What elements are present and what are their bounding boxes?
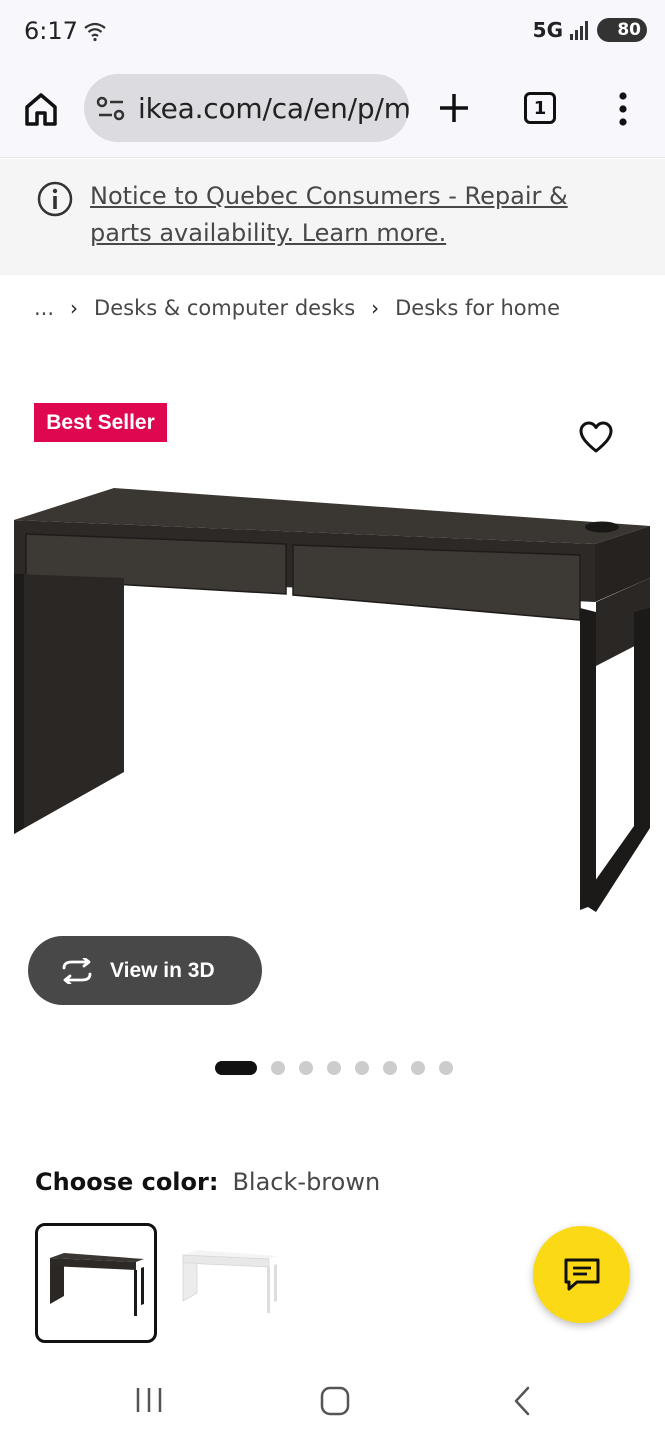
nav-home-icon[interactable] (320, 1386, 350, 1416)
more-vert-icon[interactable] (612, 90, 634, 128)
breadcrumb-ellipsis[interactable]: ... (34, 296, 54, 320)
carousel-dot[interactable] (383, 1061, 397, 1075)
carousel-dot[interactable] (215, 1061, 257, 1075)
info-icon (37, 181, 73, 217)
view-in-3d-label: View in 3D (110, 958, 215, 982)
carousel-dot[interactable] (299, 1061, 313, 1075)
swatch-black-brown-image (50, 1253, 144, 1316)
product-image[interactable] (10, 482, 655, 922)
best-seller-badge: Best Seller (34, 403, 167, 442)
plus-icon[interactable] (436, 90, 472, 126)
url-bar[interactable]: ikea.com/ca/en/p/mic (84, 74, 409, 142)
heart-icon[interactable] (578, 420, 614, 454)
chat-button[interactable] (533, 1226, 630, 1323)
rotate-3d-icon (62, 957, 92, 984)
tabs-icon[interactable]: 1 (524, 92, 556, 124)
view-in-3d-button[interactable]: View in 3D (28, 936, 262, 1005)
badge-label: Best Seller (46, 410, 155, 434)
browser-toolbar: ikea.com/ca/en/p/mic 1 (0, 64, 665, 158)
url-text[interactable]: ikea.com/ca/en/p/mic (138, 92, 409, 125)
notice-link[interactable]: Notice to Quebec Consumers - Repair & pa… (90, 178, 630, 252)
carousel-dot[interactable] (355, 1061, 369, 1075)
carousel-dot[interactable] (271, 1061, 285, 1075)
carousel-dot[interactable] (439, 1061, 453, 1075)
carousel-indicator (215, 1061, 453, 1075)
swatch-white-image (182, 1250, 277, 1313)
status-time: 6:17 (24, 17, 78, 45)
breadcrumb-item-desks-for-home[interactable]: Desks for home (395, 296, 560, 320)
back-icon[interactable] (510, 1386, 534, 1416)
color-chooser: Choose color: Black-brown (35, 1168, 380, 1196)
carousel-dot[interactable] (327, 1061, 341, 1075)
site-settings-icon[interactable] (96, 96, 126, 122)
chevron-right-icon: › (371, 296, 380, 320)
chevron-right-icon: › (70, 296, 79, 320)
breadcrumb-item-desks[interactable]: Desks & computer desks (94, 296, 355, 320)
status-bar: 6:17 5G 80 (0, 0, 665, 64)
battery-indicator: 80 (597, 18, 647, 42)
recents-icon[interactable] (134, 1386, 164, 1414)
network-type: 5G (532, 18, 563, 42)
tab-count: 1 (533, 97, 547, 119)
choose-color-label: Choose color: (35, 1168, 219, 1196)
swatch-black-brown[interactable] (35, 1223, 157, 1343)
signal-icon (570, 21, 588, 40)
wifi-icon (84, 22, 106, 42)
swatch-white[interactable] (171, 1223, 293, 1343)
breadcrumb: ... › Desks & computer desks › Desks for… (34, 296, 560, 320)
carousel-dot[interactable] (411, 1061, 425, 1075)
home-icon[interactable] (22, 90, 60, 128)
selected-color-value: Black-brown (232, 1168, 381, 1196)
chat-icon (564, 1258, 599, 1290)
battery-level: 80 (617, 20, 641, 40)
system-nav-bar (0, 1360, 665, 1440)
